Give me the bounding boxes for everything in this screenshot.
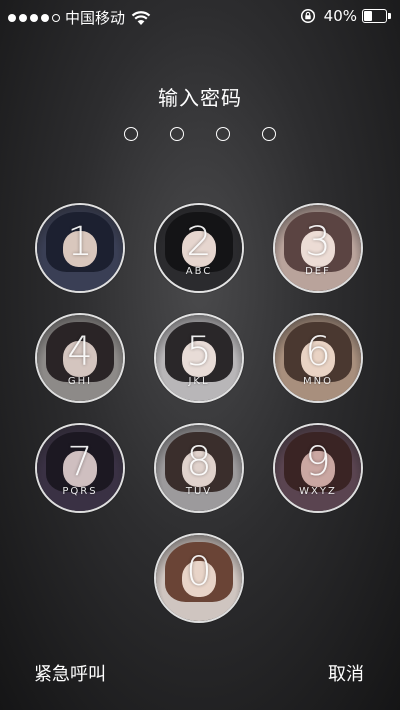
passcode-prompt: 输入密码 — [158, 86, 242, 110]
signal-dot — [41, 13, 49, 22]
keypad-key-5[interactable]: 5 JKL — [154, 313, 244, 403]
key-letters: TUV — [185, 486, 213, 497]
keypad-key-8[interactable]: 8 TUV — [154, 423, 244, 513]
signal-dot — [19, 13, 27, 22]
signal-dot — [8, 13, 16, 22]
emergency-call-button[interactable]: 紧急呼叫 — [34, 660, 106, 686]
keypad-key-9[interactable]: 9 WXYZ — [273, 423, 363, 513]
battery-nub — [388, 13, 391, 19]
passcode-indicators — [0, 127, 400, 141]
key-letters: DEF — [305, 266, 331, 277]
battery-icon — [362, 9, 392, 23]
cancel-button[interactable]: 取消 — [328, 660, 364, 686]
battery-percentage: 40% — [323, 7, 357, 25]
keypad-key-3[interactable]: 3 DEF — [273, 203, 363, 293]
keypad-key-7[interactable]: 7 PQRS — [35, 423, 125, 513]
key-digit: 7 — [67, 439, 93, 485]
key-digit: 4 — [67, 329, 93, 375]
passcode-dot — [124, 127, 138, 141]
key-digit: 5 — [186, 329, 212, 375]
passcode-dot — [170, 127, 184, 141]
keypad-key-1[interactable]: 1 — [35, 203, 125, 293]
carrier-name: 中国移动 — [65, 9, 126, 27]
passcode-dot — [262, 127, 276, 141]
keypad-key-4[interactable]: 4 GHI — [35, 313, 125, 403]
wifi-icon — [131, 10, 151, 25]
battery-fill — [364, 11, 373, 21]
rotation-lock-icon — [300, 8, 315, 24]
key-letters: WXYZ — [299, 486, 337, 497]
keypad-key-6[interactable]: 6 MNO — [273, 313, 363, 403]
status-left: 中国移动 — [8, 7, 151, 28]
status-right: 40% — [300, 7, 392, 25]
signal-dot-empty — [52, 13, 60, 22]
signal-dot — [30, 13, 38, 22]
status-bar: 中国移动 40% — [0, 0, 400, 32]
key-letters: JKL — [188, 376, 210, 387]
key-letters: GHI — [67, 376, 93, 387]
key-digit: 2 — [186, 219, 212, 265]
passcode-dot — [216, 127, 230, 141]
key-digit: 0 — [186, 549, 212, 595]
keypad-key-0[interactable]: 0 — [154, 533, 244, 623]
key-digit: 8 — [186, 439, 212, 485]
signal-strength-icon — [8, 13, 60, 22]
key-letters: ABC — [185, 266, 213, 277]
key-digit: 3 — [305, 219, 331, 265]
key-letters: PQRS — [62, 486, 98, 497]
keypad-key-2[interactable]: 2 ABC — [154, 203, 244, 293]
key-digit: 6 — [305, 329, 331, 375]
key-digit: 1 — [67, 219, 93, 265]
key-digit: 9 — [305, 439, 331, 485]
key-letters: MNO — [303, 376, 333, 387]
